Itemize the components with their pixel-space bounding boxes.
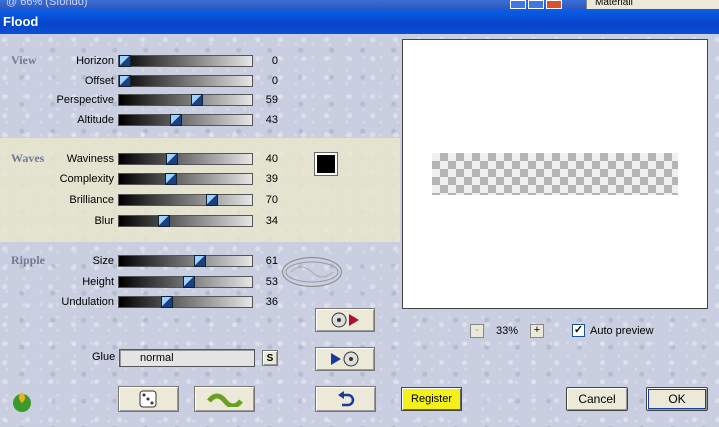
host-maximize-button[interactable] xyxy=(528,0,544,9)
slider-track[interactable] xyxy=(118,94,253,106)
mutate-button[interactable] xyxy=(194,386,255,412)
slider-value: 34 xyxy=(265,215,278,227)
arrow-disc-right-icon xyxy=(331,351,359,367)
preview-transparent-layer xyxy=(432,153,678,195)
slider-thumb[interactable] xyxy=(183,276,196,288)
slider-thumb[interactable] xyxy=(164,173,177,185)
randomize-button[interactable] xyxy=(118,386,179,412)
zoom-out-button[interactable]: - xyxy=(470,324,484,338)
load-preset-button[interactable] xyxy=(315,308,375,332)
slider-track[interactable] xyxy=(118,55,253,67)
preview-canvas[interactable] xyxy=(402,39,708,309)
auto-preview-checkbox[interactable]: ✓ xyxy=(572,324,585,337)
slider-waviness: Waviness 40 xyxy=(0,152,290,166)
slider-track[interactable] xyxy=(118,75,253,87)
wave-icon xyxy=(206,393,243,407)
slider-undulation: Undulation 36 xyxy=(0,295,290,309)
undo-arrow-icon xyxy=(337,391,354,407)
slider-label: Altitude xyxy=(77,114,114,126)
slider-label: Brilliance xyxy=(69,194,114,206)
slider-value: 70 xyxy=(265,194,278,206)
slider-brilliance: Brilliance 70 xyxy=(0,193,290,207)
slider-label: Size xyxy=(92,255,114,267)
slider-thumb[interactable] xyxy=(160,296,173,308)
flaming-pear-logo xyxy=(282,257,342,287)
slider-label: Perspective xyxy=(56,94,114,106)
slider-label: Blur xyxy=(94,215,114,227)
dialog-title: Flood xyxy=(3,14,39,29)
zoom-level: 33% xyxy=(495,325,519,337)
slider-thumb[interactable] xyxy=(119,75,131,87)
host-panel-label: Materiali xyxy=(595,0,633,8)
slider-label: Undulation xyxy=(61,296,114,308)
slider-thumb[interactable] xyxy=(166,153,179,165)
disc-arrow-left-icon xyxy=(331,312,359,328)
slider-thumb[interactable] xyxy=(191,94,204,106)
slider-track[interactable] xyxy=(118,255,253,267)
auto-preview-label: Auto preview xyxy=(590,325,654,337)
host-close-button[interactable] xyxy=(546,0,562,9)
slider-value: 39 xyxy=(265,173,278,185)
host-minimize-button[interactable] xyxy=(510,0,526,9)
slider-thumb[interactable] xyxy=(206,194,219,206)
slider-label: Waviness xyxy=(66,153,114,165)
glue-select[interactable]: normal xyxy=(119,349,255,367)
slider-thumb[interactable] xyxy=(158,215,171,227)
slider-track[interactable] xyxy=(118,276,253,288)
dialog-client-area: View Waves Ripple Horizon 0 Offset 0 Per… xyxy=(0,34,719,427)
slider-horizon: Horizon 0 xyxy=(0,54,290,68)
register-button[interactable]: Register xyxy=(401,387,462,411)
slider-height: Height 53 xyxy=(0,275,290,289)
slider-value: 36 xyxy=(265,296,278,308)
slider-label: Complexity xyxy=(59,173,114,185)
slider-track[interactable] xyxy=(118,114,253,126)
host-materials-panel: Materiali xyxy=(586,0,719,9)
slider-thumb[interactable] xyxy=(119,55,131,67)
slider-track[interactable] xyxy=(118,173,253,185)
slider-complexity: Complexity 39 xyxy=(0,172,290,186)
slider-value: 53 xyxy=(265,276,278,288)
slider-value: 0 xyxy=(271,75,278,87)
zoom-in-button[interactable]: + xyxy=(530,324,544,338)
slider-track[interactable] xyxy=(118,153,253,165)
slider-blur: Blur 34 xyxy=(0,214,290,228)
slider-track[interactable] xyxy=(118,194,253,206)
dice-icon xyxy=(139,390,156,408)
slider-track[interactable] xyxy=(118,296,253,308)
slider-altitude: Altitude 43 xyxy=(0,113,290,127)
slider-size: Size 61 xyxy=(0,254,290,268)
undo-button[interactable] xyxy=(315,386,376,412)
flaming-pear-logo-icon xyxy=(285,261,339,283)
slider-offset: Offset 0 xyxy=(0,74,290,88)
cancel-button[interactable]: Cancel xyxy=(566,387,628,411)
save-preset-button[interactable] xyxy=(315,347,375,371)
slider-track[interactable] xyxy=(118,215,253,227)
host-title: @ 66% (Sfondo) xyxy=(6,0,88,8)
dialog-title-bar: Flood xyxy=(0,9,719,34)
flame-logo-icon xyxy=(10,389,34,413)
slider-value: 59 xyxy=(265,94,278,106)
glue-shortcut-button[interactable]: S xyxy=(262,350,278,366)
slider-value: 43 xyxy=(265,114,278,126)
slider-value: 61 xyxy=(265,255,278,267)
slider-thumb[interactable] xyxy=(170,114,183,126)
wave-color-swatch[interactable] xyxy=(314,152,338,176)
slider-label: Offset xyxy=(84,75,114,87)
host-window-controls xyxy=(510,0,562,9)
glue-label: Glue xyxy=(92,351,116,363)
slider-label: Height xyxy=(82,276,114,288)
slider-value: 0 xyxy=(271,55,278,67)
slider-perspective: Perspective 59 xyxy=(0,93,290,107)
slider-value: 40 xyxy=(265,153,278,165)
ok-button[interactable]: OK xyxy=(646,387,708,411)
slider-thumb[interactable] xyxy=(194,255,207,267)
slider-label: Horizon xyxy=(76,55,114,67)
